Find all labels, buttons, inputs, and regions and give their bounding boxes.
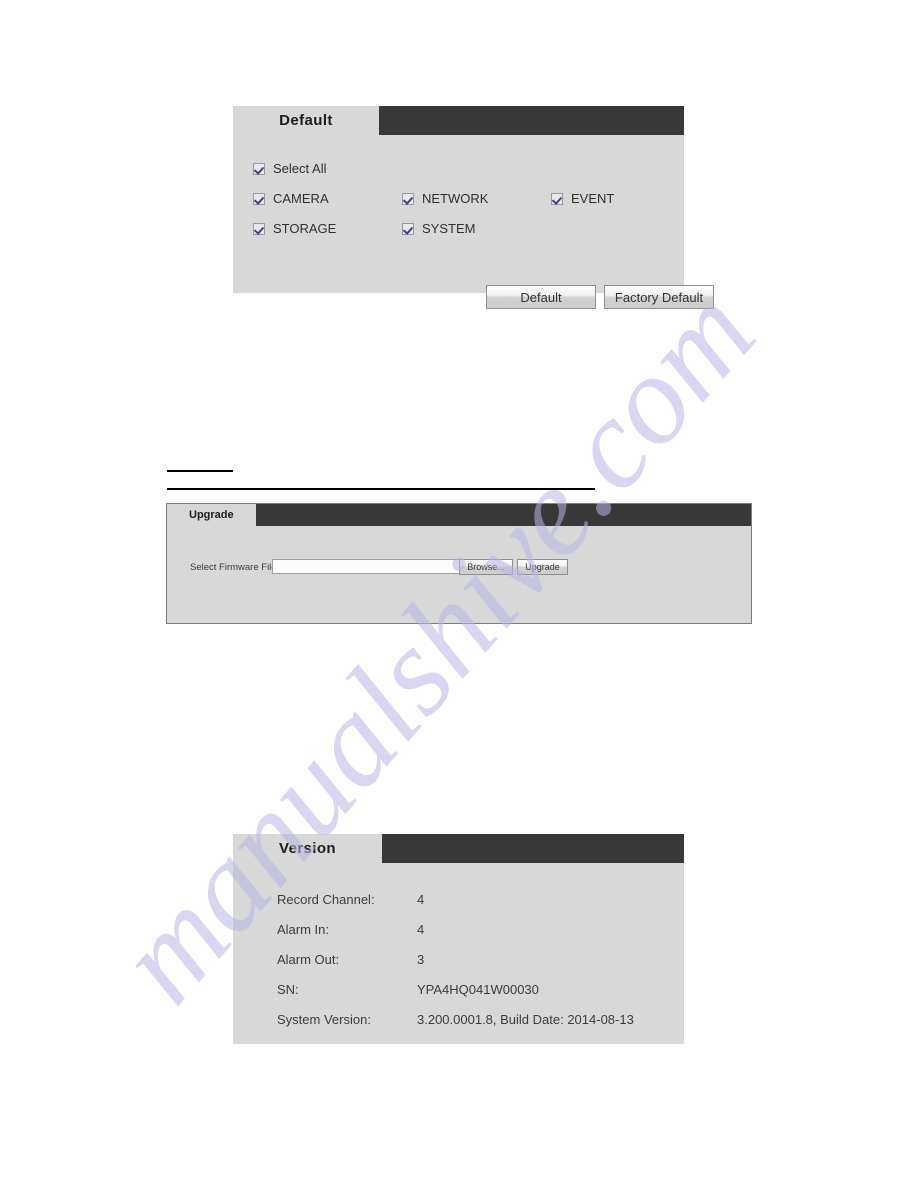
divider-long	[167, 488, 595, 490]
checkbox-icon	[402, 192, 414, 205]
checkbox-icon	[551, 192, 563, 205]
tab-version[interactable]: Version	[233, 834, 382, 863]
upgrade-panel: Upgrade Select Firmware File Browse... U…	[166, 503, 752, 624]
divider-short	[167, 470, 233, 472]
checkbox-label: SYSTEM	[422, 221, 476, 236]
version-row-label: Record Channel:	[277, 892, 375, 907]
checkbox-event[interactable]: EVENT	[551, 191, 614, 206]
version-row-label: Alarm In:	[277, 922, 330, 937]
firmware-file-label: Select Firmware File	[190, 562, 277, 573]
version-row: SN: YPA4HQ041W00030	[277, 982, 677, 999]
checkbox-label: CAMERA	[273, 191, 329, 206]
checkbox-select-all[interactable]: Select All	[253, 161, 326, 176]
checkbox-icon	[253, 222, 265, 235]
factory-default-button[interactable]: Factory Default	[604, 285, 714, 309]
checkbox-label: EVENT	[571, 191, 615, 206]
default-panel: Default Select All CAMERA NETWORK EVENT …	[233, 106, 714, 309]
version-panel-header: Version	[233, 834, 684, 863]
version-row-value: YPA4HQ041W00030	[417, 982, 539, 997]
checkbox-label: STORAGE	[273, 221, 337, 236]
default-panel-header: Default	[233, 106, 684, 135]
browse-button[interactable]: Browse...	[459, 559, 513, 575]
checkbox-icon	[402, 222, 414, 235]
checkbox-icon	[253, 162, 265, 175]
version-row: System Version: 3.200.0001.8, Build Date…	[277, 1012, 677, 1029]
upgrade-panel-header: Upgrade	[167, 504, 751, 526]
checkbox-camera[interactable]: CAMERA	[253, 191, 329, 206]
version-panel-body: Record Channel: 4 Alarm In: 4 Alarm Out:…	[233, 863, 684, 1044]
firmware-file-input[interactable]	[272, 559, 484, 574]
checkbox-icon	[253, 192, 265, 205]
default-button[interactable]: Default	[486, 285, 596, 309]
version-row: Alarm In: 4	[277, 922, 677, 939]
version-row-value: 3.200.0001.8, Build Date: 2014-08-13	[417, 1012, 634, 1027]
checkbox-system[interactable]: SYSTEM	[402, 221, 475, 236]
checkbox-storage[interactable]: STORAGE	[253, 221, 336, 236]
version-row-label: Alarm Out:	[277, 952, 340, 967]
version-row-value: 4	[417, 892, 425, 907]
checkbox-network[interactable]: NETWORK	[402, 191, 488, 206]
version-row-value: 4	[417, 922, 425, 937]
upgrade-button[interactable]: Upgrade	[517, 559, 568, 575]
version-row-label: System Version:	[277, 1012, 371, 1027]
tab-default[interactable]: Default	[233, 106, 379, 135]
version-panel: Version Record Channel: 4 Alarm In: 4 Al…	[233, 834, 684, 1044]
checkbox-label: Select All	[273, 161, 327, 176]
version-row: Alarm Out: 3	[277, 952, 677, 969]
version-row-value: 3	[417, 952, 425, 967]
upgrade-panel-body: Select Firmware File Browse... Upgrade	[167, 526, 751, 623]
default-panel-body: Select All CAMERA NETWORK EVENT STORAGE …	[233, 135, 714, 309]
version-row-label: SN:	[277, 982, 299, 997]
tab-upgrade[interactable]: Upgrade	[167, 504, 256, 526]
checkbox-label: NETWORK	[422, 191, 489, 206]
version-row: Record Channel: 4	[277, 892, 677, 909]
